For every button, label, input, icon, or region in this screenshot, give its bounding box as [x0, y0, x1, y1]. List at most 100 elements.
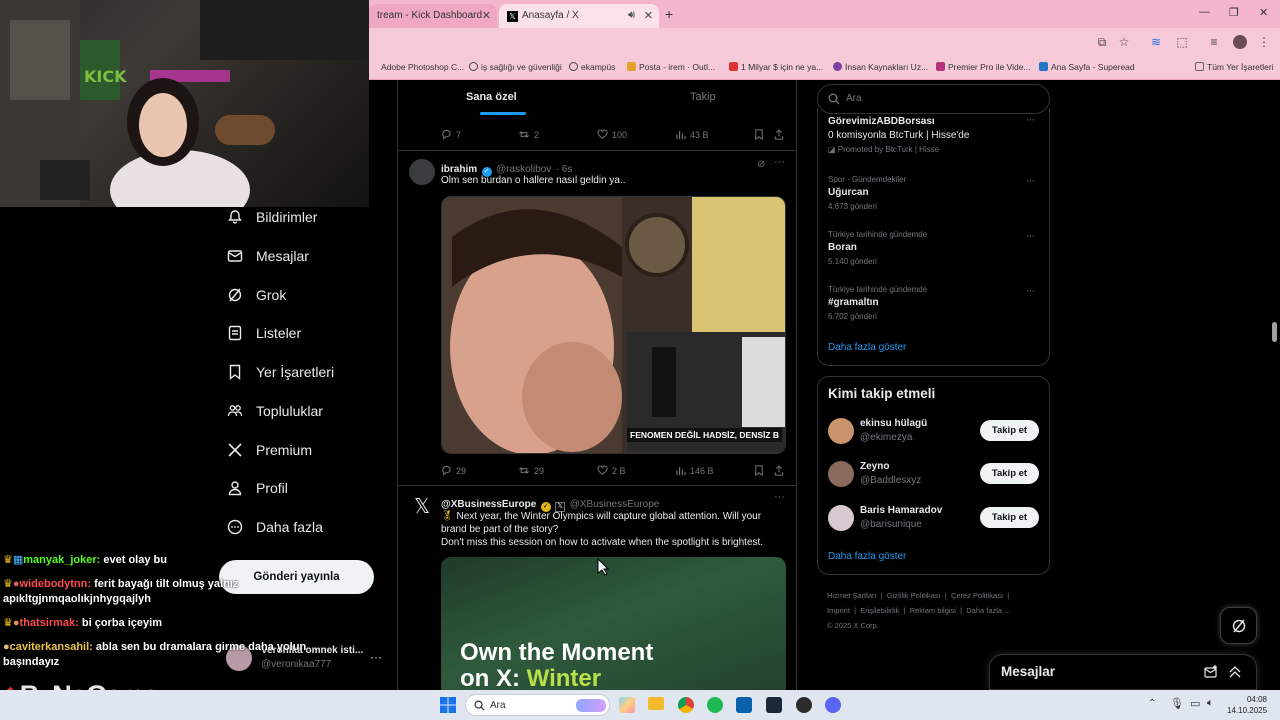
show-more-follow-link[interactable]: Daha fazla göster: [828, 551, 906, 562]
restore-icon[interactable]: ❐: [1229, 6, 1239, 19]
views-action[interactable]: 43 B: [675, 129, 709, 140]
follow-button[interactable]: Takip et: [980, 507, 1039, 528]
tab-following[interactable]: Takip: [690, 91, 716, 103]
sidebar-item-communities[interactable]: Topluluklar: [226, 396, 323, 426]
bookmark-item[interactable]: 1 Milyar $ için ne ya...: [729, 62, 823, 72]
grok-analyze-icon[interactable]: ⊘: [757, 159, 765, 170]
repost-action[interactable]: 2: [518, 129, 539, 140]
post-menu-icon[interactable]: ···: [774, 156, 785, 168]
follow-suggestion[interactable]: Baris Hamaradov @barisunique: [860, 505, 942, 530]
trend-item[interactable]: Türkiye tarihinde gündemde Boran 5.140 g…: [828, 230, 927, 266]
chrome-icon[interactable]: [678, 697, 694, 713]
follow-suggestion[interactable]: Zeyno @Baddlesxyz: [860, 461, 921, 486]
avatar[interactable]: [828, 461, 854, 487]
sidebar-item-profile[interactable]: Profil: [226, 473, 288, 503]
footer-link[interactable]: Çerez Politikası: [951, 591, 1003, 600]
minimize-icon[interactable]: —: [1199, 6, 1210, 18]
post-author-name[interactable]: @XBusinessEurope: [441, 499, 536, 510]
speaker-icon[interactable]: 🔊︎: [628, 9, 635, 22]
views-action[interactable]: 146 B: [675, 465, 714, 476]
reply-action[interactable]: 29: [441, 465, 466, 476]
repost-action[interactable]: 29: [518, 465, 544, 476]
clock[interactable]: 04:08 14.10.2025: [1227, 694, 1267, 716]
sidebar-item-more[interactable]: Daha fazla: [226, 512, 323, 542]
spotify-icon[interactable]: [707, 697, 723, 713]
menu-icon[interactable]: ⋮: [1257, 35, 1271, 49]
footer-link[interactable]: Reklam bilgisi: [910, 606, 956, 615]
sidebar-item-grok[interactable]: Grok: [226, 280, 286, 310]
avatar[interactable]: [1233, 35, 1247, 49]
grok-button[interactable]: [1220, 607, 1257, 644]
steam-icon[interactable]: [766, 697, 782, 713]
discord-icon[interactable]: [825, 697, 841, 713]
expand-icon[interactable]: [1228, 665, 1242, 679]
bookmark-icon[interactable]: [754, 129, 764, 140]
new-tab-button[interactable]: +: [665, 6, 673, 22]
sidebar-item-notifications[interactable]: Bildirimler: [226, 202, 317, 232]
follow-button[interactable]: Takip et: [980, 463, 1039, 484]
follow-button[interactable]: Takip et: [980, 420, 1039, 441]
follow-suggestion[interactable]: ekinsu hülagü @ekimezya: [860, 418, 927, 443]
messages-drawer[interactable]: Mesajlar: [989, 654, 1257, 690]
post-media[interactable]: FENOMEN DEĞİL HADSİZ, DENSİZ B: [441, 196, 786, 454]
bookmark-item[interactable]: Ana Sayfa - Superead: [1039, 62, 1135, 72]
bookmark-item[interactable]: İnsan Kaynakları Uz...: [833, 62, 928, 72]
show-more-trends-link[interactable]: Daha fazla göster: [828, 342, 906, 353]
avatar[interactable]: [409, 159, 435, 185]
trend-menu-icon[interactable]: ···: [1026, 230, 1035, 242]
trend-item[interactable]: GörevimizABDBorsası 0 komisyonla BtcTurk…: [828, 116, 969, 154]
widgets-icon[interactable]: [619, 697, 635, 713]
x-logo-icon[interactable]: 𝕏: [409, 494, 435, 520]
trend-menu-icon[interactable]: ···: [1026, 175, 1035, 187]
share-icon[interactable]: [774, 465, 784, 476]
volume-icon[interactable]: 🔈︎: [1207, 697, 1214, 710]
bookmark-item[interactable]: Premier Pro ile Vide...: [936, 62, 1031, 72]
bookmark-item[interactable]: ekampüs: [569, 62, 616, 72]
bookmark-item[interactable]: iş sağlığı ve güvenliği: [469, 62, 562, 72]
media-icon[interactable]: ≡: [1207, 35, 1221, 49]
microphone-icon[interactable]: 🎙︎: [1170, 697, 1184, 710]
like-action[interactable]: 100: [597, 129, 627, 140]
footer-link[interactable]: Imprint: [827, 606, 850, 615]
footer-link[interactable]: Daha fazla ...: [966, 606, 1010, 615]
install-app-icon[interactable]: ⧉: [1095, 35, 1109, 49]
sidebar-item-premium[interactable]: Premium: [226, 435, 312, 465]
post-author-handle[interactable]: @XBusinessEurope: [570, 499, 660, 510]
avatar[interactable]: [828, 505, 854, 531]
sidebar-item-lists[interactable]: Listeler: [226, 318, 301, 348]
tab-kick-dashboard[interactable]: tream - Kick Dashboard ✕: [369, 4, 497, 28]
scrollbar-thumb[interactable]: [1272, 322, 1277, 342]
close-icon[interactable]: ✕: [482, 9, 491, 22]
tab-x-home[interactable]: 𝕏 Anasayfa / X 🔊︎ ✕: [499, 4, 659, 28]
footer-link[interactable]: Gizlilik Politikası: [887, 591, 941, 600]
like-action[interactable]: 2 B: [597, 465, 626, 476]
network-icon[interactable]: ▭: [1190, 697, 1200, 710]
sidebar-item-bookmarks[interactable]: Yer İşaretleri: [226, 357, 334, 387]
new-message-icon[interactable]: [1204, 665, 1218, 679]
chevron-up-icon[interactable]: ⌃: [1148, 698, 1156, 709]
share-icon[interactable]: [774, 129, 784, 140]
trend-menu-icon[interactable]: ···: [1026, 114, 1035, 126]
file-explorer-icon[interactable]: [648, 697, 664, 710]
sidebar-item-messages[interactable]: Mesajlar: [226, 241, 309, 271]
bookmark-icon[interactable]: [754, 465, 764, 476]
store-icon[interactable]: [736, 697, 752, 713]
trend-item[interactable]: Spor · Gündemdekiler Uğurcan 4.673 gönde…: [828, 175, 906, 211]
tab-for-you[interactable]: Sana özel: [466, 91, 517, 103]
star-icon[interactable]: ☆: [1117, 35, 1131, 49]
extension-wave-icon[interactable]: ≋: [1149, 35, 1163, 49]
ad-media[interactable]: Own the Moment on X: Winter: [441, 557, 786, 690]
trend-item[interactable]: Türkiye tarihinde gündemde #gramaltın 6.…: [828, 285, 927, 321]
windows-start-icon[interactable]: [440, 697, 456, 713]
bookmark-item[interactable]: Posta - irem · Outl...: [627, 62, 715, 72]
trend-menu-icon[interactable]: ···: [1026, 285, 1035, 297]
bookmark-item[interactable]: Adobe Photoshop C...: [381, 62, 464, 72]
account-menu-icon[interactable]: ···: [370, 650, 382, 664]
footer-link[interactable]: Hizmet Şartları: [827, 591, 877, 600]
all-bookmarks[interactable]: Tüm Yer İşaretleri: [1195, 62, 1274, 72]
reply-action[interactable]: 7: [441, 129, 461, 140]
taskbar-search[interactable]: Ara: [465, 694, 610, 716]
avatar[interactable]: [828, 418, 854, 444]
footer-link[interactable]: Erişilebilirlik: [860, 606, 899, 615]
close-window-icon[interactable]: ✕: [1259, 6, 1268, 19]
